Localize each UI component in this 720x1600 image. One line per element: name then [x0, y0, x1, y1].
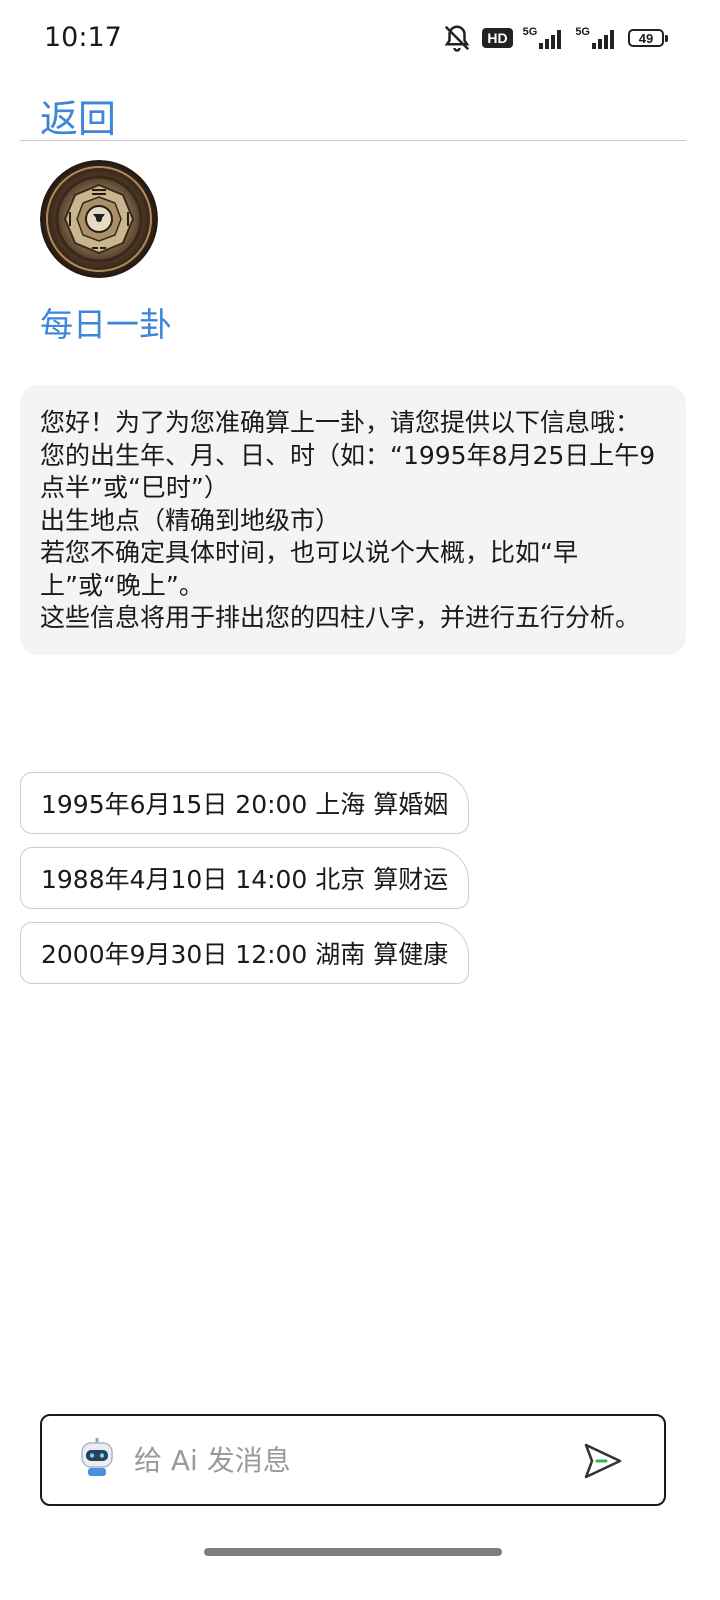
message-line: 若您不确定具体时间，也可以说个大概，比如“早上”或“晚上”。	[40, 538, 578, 600]
suggestion-chip[interactable]: 1995年6月15日 20:00 上海 算婚姻	[20, 772, 470, 834]
message-line: 您的出生年、月、日、时（如：“1995年8月25日上午9点半”或“巳时”）	[40, 440, 656, 503]
signal-bars-icon	[539, 30, 562, 49]
status-icons: HD 5G 5G 49	[442, 22, 668, 54]
status-time: 10:17	[44, 22, 122, 53]
message-composer	[40, 1414, 666, 1506]
message-line: 出生地点（精确到地级市）	[40, 505, 341, 535]
bot-message-bubble: 您好！为了为您准确算上一卦，请您提供以下信息哦： 您的出生年、月、日、时（如：“…	[20, 385, 686, 655]
robot-icon	[81, 1438, 113, 1476]
bot-avatar	[40, 160, 158, 278]
bell-off-icon	[445, 25, 470, 52]
network-1: 5G	[523, 27, 566, 49]
back-button[interactable]: 返回	[40, 88, 116, 143]
battery-level: 49	[638, 30, 654, 46]
status-bar: 10:17 HD 5G 5G 49	[0, 0, 720, 78]
suggestion-chip[interactable]: 2000年9月30日 12:00 湖南 算健康	[20, 922, 470, 984]
send-icon[interactable]	[582, 1440, 624, 1482]
suggestion-chip[interactable]: 1988年4月10日 14:00 北京 算财运	[20, 847, 470, 909]
message-input[interactable]	[134, 1434, 554, 1486]
network-type-label: 5G	[575, 26, 590, 38]
message-line: 您好！为了为您准确算上一卦，请您提供以下信息哦：	[40, 408, 641, 437]
network-type-label: 5G	[522, 26, 538, 38]
hd-voice-badge: HD	[482, 28, 513, 48]
home-indicator[interactable]	[204, 1548, 502, 1556]
bagua-compass-image	[40, 160, 158, 278]
message-line: 这些信息将用于排出您的四柱八字，并进行五行分析。	[40, 603, 641, 632]
battery-icon: 49	[628, 29, 668, 47]
network-2: 5G	[575, 27, 618, 49]
signal-bars-icon	[592, 30, 614, 49]
header-divider	[20, 140, 686, 141]
bot-name: 每日一卦	[40, 305, 172, 344]
